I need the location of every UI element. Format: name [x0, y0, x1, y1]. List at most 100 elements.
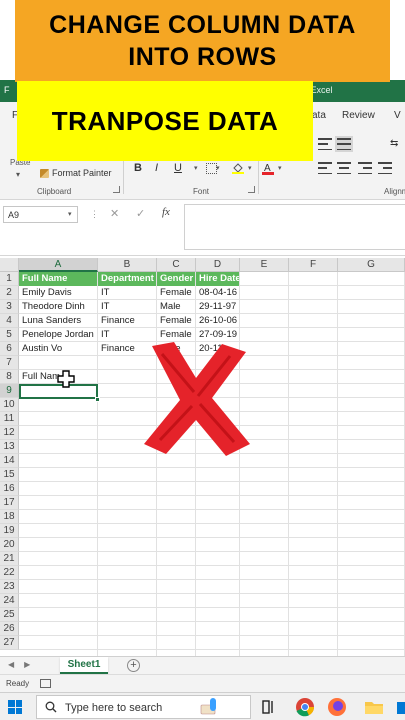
- clipboard-dialog-launcher-icon[interactable]: [113, 186, 120, 193]
- insert-function-icon[interactable]: fx: [162, 206, 170, 218]
- row-header-21[interactable]: 21: [0, 552, 19, 566]
- gridline-horizontal: [19, 621, 405, 622]
- align-top-icon[interactable]: [318, 138, 332, 150]
- table-cell[interactable]: Penelope Jordan: [19, 328, 97, 342]
- row-header-18[interactable]: 18: [0, 510, 19, 524]
- name-box-chevron-down-icon[interactable]: ▾: [68, 210, 72, 218]
- table-header-cell[interactable]: Department: [98, 272, 156, 286]
- row-header-23[interactable]: 23: [0, 580, 19, 594]
- column-header-e[interactable]: E: [240, 258, 289, 272]
- chrome-icon[interactable]: [295, 697, 315, 717]
- table-header-cell[interactable]: Gender: [157, 272, 195, 286]
- store-icon[interactable]: [393, 697, 405, 717]
- row-header-7[interactable]: 7: [0, 356, 19, 370]
- align-middle-icon[interactable]: [335, 136, 353, 152]
- paste-chevron-down-icon[interactable]: ▾: [16, 170, 20, 179]
- firefox-icon[interactable]: [327, 697, 347, 717]
- row-header-17[interactable]: 17: [0, 496, 19, 510]
- table-cell[interactable]: Female: [157, 286, 195, 300]
- row-header-10[interactable]: 10: [0, 398, 19, 412]
- search-placeholder: Type here to search: [65, 702, 163, 714]
- fill-color-icon[interactable]: [232, 162, 244, 174]
- align-center-icon[interactable]: [337, 162, 351, 174]
- select-all-corner[interactable]: [0, 258, 19, 272]
- row-header-15[interactable]: 15: [0, 468, 19, 482]
- more-options-icon[interactable]: ⋮: [90, 209, 99, 220]
- accessibility-icon[interactable]: [40, 679, 51, 688]
- windows-start-icon[interactable]: [8, 700, 22, 714]
- column-header-g[interactable]: G: [338, 258, 405, 272]
- row-header-4[interactable]: 4: [0, 314, 19, 328]
- task-view-icon[interactable]: [260, 697, 280, 717]
- row-header-14[interactable]: 14: [0, 454, 19, 468]
- column-header-a[interactable]: A: [19, 258, 98, 272]
- format-painter-button[interactable]: Format Painter: [40, 168, 112, 178]
- underline-chevron-down-icon[interactable]: ▾: [194, 164, 198, 172]
- borders-chevron-down-icon[interactable]: ▾: [216, 164, 220, 172]
- row-header-11[interactable]: 11: [0, 412, 19, 426]
- table-cell[interactable]: IT: [98, 286, 156, 300]
- table-cell[interactable]: Finance: [98, 314, 156, 328]
- row-header-2[interactable]: 2: [0, 286, 19, 300]
- wrap-text-icon[interactable]: ⇆: [390, 138, 398, 149]
- formula-input[interactable]: [184, 204, 405, 250]
- table-cell[interactable]: IT: [98, 300, 156, 314]
- underline-button[interactable]: U: [174, 162, 182, 174]
- row-header-24[interactable]: 24: [0, 594, 19, 608]
- font-color-chevron-down-icon[interactable]: ▾: [278, 164, 282, 172]
- tab-data[interactable]: ata: [312, 110, 326, 121]
- row-header-5[interactable]: 5: [0, 328, 19, 342]
- worksheet-grid[interactable]: A B C D E F G 1 2 3 4 5 6 7 8 9 10 11 12 13 14 15 16 17 18 19 20 21…: [0, 258, 405, 658]
- fill-handle[interactable]: [95, 397, 100, 402]
- table-cell[interactable]: Female: [157, 314, 195, 328]
- table-header-cell[interactable]: Full Name: [19, 272, 97, 286]
- column-header-f[interactable]: F: [289, 258, 338, 272]
- table-cell[interactable]: 08-04-16: [196, 286, 239, 300]
- file-explorer-icon[interactable]: [364, 697, 384, 717]
- table-cell[interactable]: Male: [157, 300, 195, 314]
- italic-button[interactable]: I: [155, 162, 158, 174]
- row-header-12[interactable]: 12: [0, 426, 19, 440]
- table-cell[interactable]: Emily Davis: [19, 286, 97, 300]
- add-sheet-plus-icon[interactable]: +: [127, 659, 140, 672]
- row-header-26[interactable]: 26: [0, 622, 19, 636]
- sheet-nav-arrows-icon[interactable]: ◀▶: [8, 660, 40, 669]
- font-color-icon[interactable]: A: [262, 161, 274, 175]
- fill-color-chevron-down-icon[interactable]: ▾: [248, 164, 252, 172]
- row-header-27[interactable]: 27: [0, 636, 19, 650]
- column-header-c[interactable]: C: [157, 258, 196, 272]
- tab-review[interactable]: Review: [342, 110, 375, 121]
- sheet-tab-sheet1[interactable]: Sheet1: [60, 657, 108, 674]
- enter-check-icon[interactable]: ✓: [136, 207, 145, 220]
- table-cell[interactable]: Luna Sanders: [19, 314, 97, 328]
- font-dialog-launcher-icon[interactable]: [248, 186, 255, 193]
- search-icon: [45, 701, 57, 713]
- name-box[interactable]: A9: [3, 206, 78, 223]
- row-header-20[interactable]: 20: [0, 538, 19, 552]
- row-header-8[interactable]: 8: [0, 370, 19, 384]
- row-header-19[interactable]: 19: [0, 524, 19, 538]
- column-header-b[interactable]: B: [98, 258, 157, 272]
- column-header-d[interactable]: D: [196, 258, 240, 272]
- row-header-13[interactable]: 13: [0, 440, 19, 454]
- table-cell[interactable]: 29-11-97: [196, 300, 239, 314]
- decrease-indent-icon[interactable]: [358, 162, 372, 174]
- row-header-3[interactable]: 3: [0, 300, 19, 314]
- table-cell[interactable]: 26-10-06: [196, 314, 239, 328]
- widgets-icon[interactable]: [198, 697, 218, 717]
- row-header-25[interactable]: 25: [0, 608, 19, 622]
- increase-indent-icon[interactable]: [378, 162, 392, 174]
- row-header-9[interactable]: 9: [0, 384, 19, 398]
- cancel-icon[interactable]: ✕: [110, 207, 119, 220]
- table-cell[interactable]: Austin Vo: [19, 342, 97, 356]
- row-header-22[interactable]: 22: [0, 566, 19, 580]
- table-header-cell[interactable]: Hire Date: [196, 272, 239, 286]
- row-header-1[interactable]: 1: [0, 272, 19, 286]
- row-header-6[interactable]: 6: [0, 342, 19, 356]
- taskbar-search-box[interactable]: Type here to search: [36, 695, 251, 719]
- tab-view[interactable]: V: [394, 110, 401, 121]
- row-header-16[interactable]: 16: [0, 482, 19, 496]
- table-cell[interactable]: Theodore Dinh: [19, 300, 97, 314]
- align-left-icon[interactable]: [318, 162, 332, 174]
- bold-button[interactable]: B: [134, 162, 142, 174]
